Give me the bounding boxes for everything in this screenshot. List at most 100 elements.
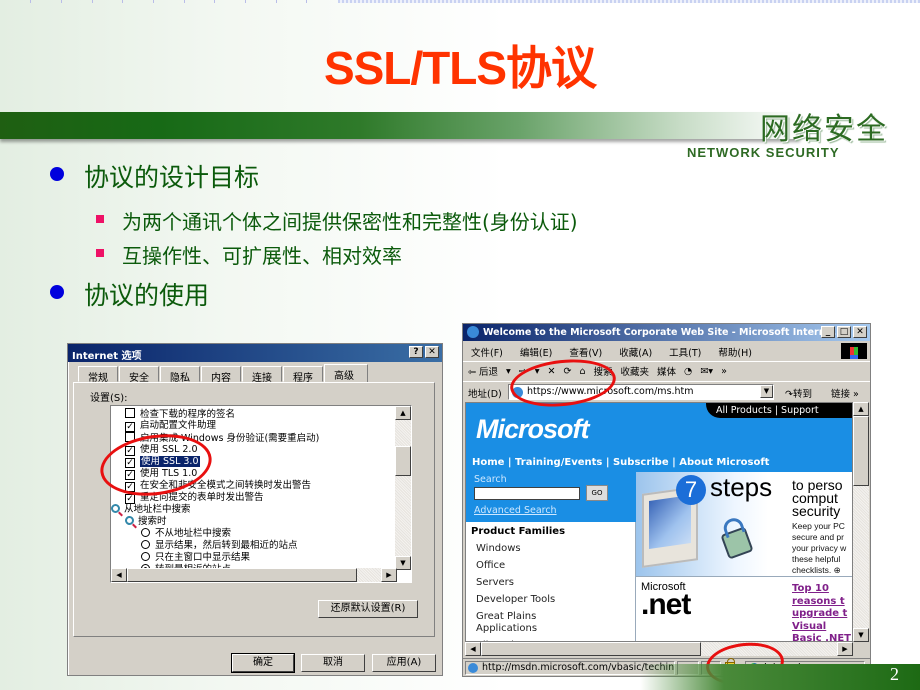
- close-button[interactable]: ✕: [425, 346, 439, 358]
- search-icon: [111, 504, 120, 513]
- tab-programs[interactable]: 程序: [283, 366, 323, 384]
- cancel-button[interactable]: 取消: [301, 654, 365, 672]
- windows-logo-icon: [841, 343, 867, 359]
- favorites-button[interactable]: 收藏夹: [621, 364, 650, 378]
- media-button[interactable]: 媒体: [657, 364, 676, 378]
- search-go-button[interactable]: GO: [586, 485, 608, 501]
- toolbar-overflow-icon[interactable]: »: [721, 366, 727, 377]
- product-link[interactable]: Office: [476, 560, 505, 571]
- hero-body: Keep your PC secure and pr your privacy …: [792, 521, 847, 575]
- internet-options-dialog: Internet 选项 ? ✕ 常规 安全 隐私 内容 连接 程序 高级 设置(…: [67, 343, 443, 676]
- setting-checkbox[interactable]: 检查下载的程序的签名: [125, 408, 235, 420]
- radio-icon: [141, 528, 150, 537]
- dotnet-logo[interactable]: Microsoft .net: [641, 581, 691, 620]
- scroll-down-icon[interactable]: ▼: [853, 628, 869, 642]
- product-link[interactable]: Windows: [476, 543, 521, 554]
- setting-group: 从地址栏中搜索: [111, 504, 191, 516]
- menu-tools[interactable]: 工具(T): [669, 345, 701, 359]
- tab-content[interactable]: 内容: [201, 366, 241, 384]
- menu-file[interactable]: 文件(F): [471, 345, 503, 359]
- address-dropdown-icon[interactable]: ▼: [760, 385, 773, 398]
- menu-edit[interactable]: 编辑(E): [520, 345, 552, 359]
- setting-radio[interactable]: 显示结果，然后转到最相近的站点: [141, 540, 298, 552]
- scroll-down-icon[interactable]: ▼: [395, 556, 411, 570]
- scroll-right-icon[interactable]: ▶: [381, 568, 397, 582]
- browser-horizontal-scrollbar[interactable]: ◀ ▶: [465, 642, 853, 656]
- security-hero-banner[interactable]: 7 steps to perso comput security Keep yo…: [636, 472, 852, 576]
- tab-privacy[interactable]: 隐私: [160, 366, 200, 384]
- product-link[interactable]: Great Plains: [476, 611, 536, 622]
- menu-favorites[interactable]: 收藏(A): [619, 345, 652, 359]
- menu-view[interactable]: 查看(V): [569, 345, 602, 359]
- scroll-up-icon[interactable]: ▲: [853, 402, 869, 416]
- advanced-search-link[interactable]: Advanced Search: [474, 505, 557, 516]
- browser-vertical-scrollbar[interactable]: ▲ ▼: [853, 402, 869, 642]
- sub-bullet-text: 互操作性、可扩展性、相对效率: [122, 244, 402, 268]
- setting-checkbox[interactable]: ✓ 启动配置文件助理: [125, 420, 216, 432]
- bullet-dot-icon: [50, 285, 64, 299]
- mail-icon[interactable]: ✉▾: [700, 366, 713, 377]
- logo-english: NETWORK SECURITY: [687, 145, 840, 160]
- scroll-left-icon[interactable]: ◀: [465, 642, 481, 656]
- product-link[interactable]: Developer Tools: [476, 594, 555, 605]
- product-link[interactable]: Servers: [476, 577, 514, 588]
- advanced-panel: 设置(S): 检查下载的程序的签名 ✓ 启动配置文件助理 启用集成 Windows…: [73, 382, 435, 637]
- hero-tagline: to perso comput security: [792, 477, 843, 519]
- setting-radio[interactable]: 不从地址栏中搜索: [141, 528, 231, 540]
- maximize-button[interactable]: □: [837, 326, 851, 338]
- tab-general[interactable]: 常规: [78, 366, 118, 384]
- product-families-heading: Product Families: [471, 526, 566, 537]
- go-button[interactable]: ↷转到: [785, 386, 812, 400]
- dialog-titlebar: Internet 选项 ? ✕: [68, 344, 442, 362]
- apply-button[interactable]: 应用(A): [372, 654, 436, 672]
- address-label: 地址(D): [468, 389, 502, 400]
- bullet-dot-icon: [50, 167, 64, 181]
- dialog-tabs: 常规 安全 隐私 内容 连接 程序 高级: [78, 364, 369, 384]
- scroll-thumb[interactable]: [853, 416, 869, 486]
- ok-button[interactable]: 确定: [231, 653, 295, 673]
- top-links[interactable]: All Products | Support: [706, 403, 852, 418]
- scroll-up-icon[interactable]: ▲: [395, 406, 411, 420]
- ms-nav-bar[interactable]: Home | Training/Events | Subscribe | Abo…: [466, 453, 852, 472]
- scroll-left-icon[interactable]: ◀: [111, 568, 127, 582]
- setting-radio[interactable]: 只在主窗口中显示结果: [141, 552, 250, 564]
- bullet-text: 协议的使用: [84, 281, 210, 310]
- scroll-thumb[interactable]: [127, 568, 357, 582]
- checked-box-icon: ✓: [125, 422, 135, 432]
- scroll-thumb[interactable]: [481, 642, 701, 656]
- tab-advanced[interactable]: 高级: [324, 364, 368, 383]
- links-button[interactable]: 链接 »: [831, 386, 859, 400]
- logo-chinese: 网络安全: [760, 112, 888, 147]
- promo-link[interactable]: Top 10 reasons t upgrade t Visual Basic …: [792, 583, 851, 641]
- product-link[interactable]: Applications: [476, 623, 537, 634]
- search-icon: [125, 516, 134, 525]
- browser-titlebar: Welcome to the Microsoft Corporate Web S…: [463, 324, 870, 341]
- padlock-icon: [720, 526, 754, 560]
- history-icon[interactable]: ◔: [684, 366, 692, 377]
- close-button[interactable]: ✕: [853, 326, 867, 338]
- square-bullet-icon: [96, 215, 104, 223]
- back-dropdown-icon[interactable]: ▾: [506, 366, 511, 377]
- microsoft-logo[interactable]: Microsoft: [476, 414, 589, 445]
- settings-label: 设置(S):: [90, 393, 128, 404]
- scroll-thumb[interactable]: [395, 446, 411, 476]
- help-button[interactable]: ?: [409, 346, 423, 358]
- tab-connections[interactable]: 连接: [242, 366, 282, 384]
- search-area: Search GO Advanced Search: [466, 472, 636, 522]
- top-ruler: [0, 0, 920, 3]
- setting-subgroup: 搜索时: [125, 516, 167, 528]
- restore-defaults-button[interactable]: 还原默认设置(R): [318, 600, 418, 618]
- dialog-title: Internet 选项: [72, 351, 142, 362]
- scroll-right-icon[interactable]: ▶: [837, 642, 853, 656]
- minimize-button[interactable]: _: [821, 326, 835, 338]
- vertical-scrollbar[interactable]: ▲ ▼: [395, 406, 411, 570]
- back-button[interactable]: ⇦ 后退: [468, 364, 498, 378]
- tab-security[interactable]: 安全: [119, 366, 159, 384]
- sub-bullet-text: 为两个通讯个体之间提供保密性和完整性(身份认证): [122, 210, 578, 234]
- horizontal-scrollbar[interactable]: ◀ ▶: [111, 568, 397, 582]
- page-number: 2: [890, 664, 899, 684]
- unchecked-box-icon: [125, 408, 135, 418]
- menu-help[interactable]: 帮助(H): [718, 345, 752, 359]
- browser-title: Welcome to the Microsoft Corporate Web S…: [483, 327, 837, 338]
- site-search-input[interactable]: [474, 487, 580, 500]
